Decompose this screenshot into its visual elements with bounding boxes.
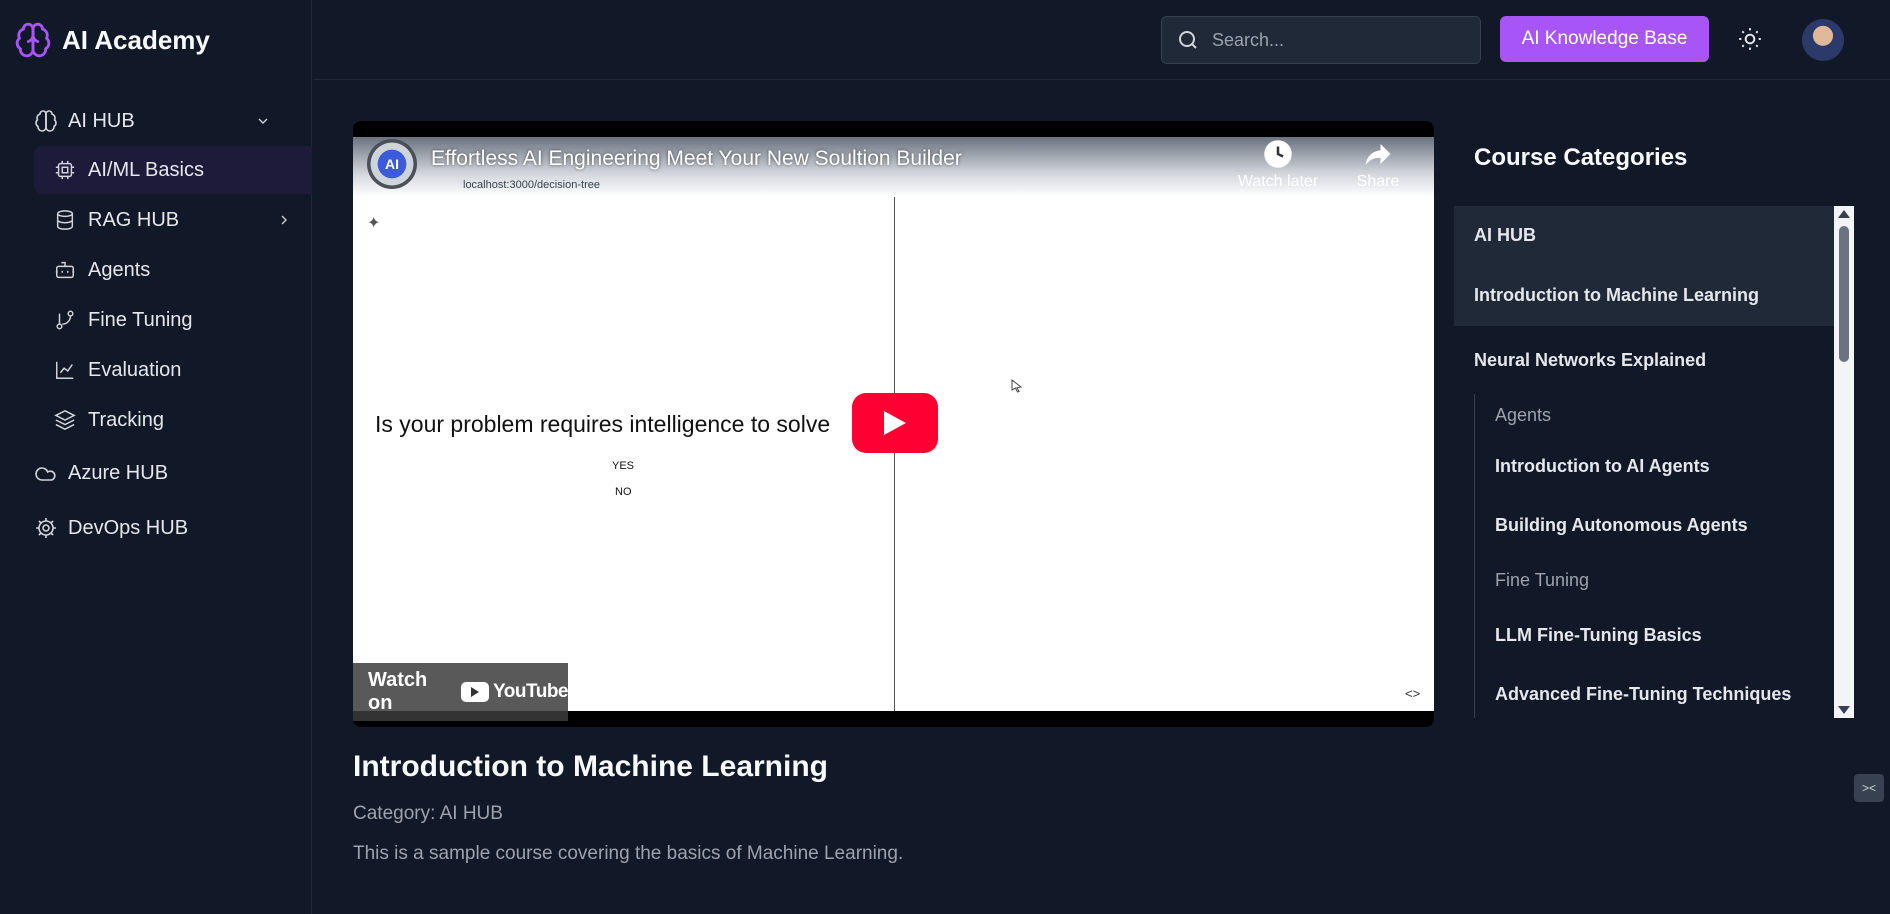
sidebar-item-aiml-basics[interactable]: AI/ML Basics [34,146,312,194]
sidebar-item-label: Tracking [88,408,164,431]
youtube-logo: YouTube [461,681,568,703]
sidebar-section-ai-hub[interactable]: AI HUB [0,96,311,146]
layers-icon [54,410,76,430]
category-item-llm-ft-basics[interactable]: LLM Fine-Tuning Basics [1475,606,1834,664]
category-item-advanced-ft[interactable]: Advanced Fine-Tuning Techniques [1475,664,1834,718]
channel-logo-text: AI [385,156,399,172]
sidebar-item-label: Agents [88,258,151,281]
course-category: Category: AI HUB [353,803,503,824]
sidebar-nav: AI HUB AI/ML Basics RAG HUB Agents Fine … [0,80,312,553]
floating-extension-icon[interactable]: >< [1854,774,1884,802]
categories-list: AI HUB Introduction to Machine Learning … [1454,206,1834,718]
category-group-active: AI HUB Introduction to Machine Learning [1454,206,1834,326]
brain-logo-icon [15,22,51,58]
database-icon [56,210,74,230]
youtube-wordmark: YouTube [493,681,568,702]
sidebar-ai-hub-items: AI/ML Basics RAG HUB Agents Fine Tuning … [34,146,312,444]
youtube-play-icon [461,682,490,702]
brain-icon [35,110,57,132]
watch-later-button[interactable]: Watch later [1233,139,1323,191]
category-subheading-fine-tuning: Fine Tuning [1495,569,1590,590]
categories-scrollbar[interactable] [1834,206,1854,718]
categories-heading: Course Categories [1474,144,1688,171]
category-item-neural-networks[interactable]: Neural Networks Explained [1454,326,1834,394]
video-frame: localhost:3000/decision-tree AI Effortle… [353,137,1434,721]
embed-code-icon[interactable]: <> [1405,686,1420,701]
search-box[interactable] [1161,16,1481,64]
sidebar-section-label: DevOps HUB [68,516,189,539]
sidebar-section-azure-hub[interactable]: Azure HUB [0,448,311,498]
category-nested-list: Agents Introduction to AI Agents Buildin… [1474,394,1834,718]
category-item-selected[interactable]: Introduction to Machine Learning [1454,264,1834,326]
share-arrow-icon [1365,144,1391,166]
sparkle-icon: ✦ [367,215,381,232]
chart-line-icon [56,361,74,379]
video-question-text: Is your problem requires intelligence to… [375,411,831,437]
sidebar-section-devops-hub[interactable]: DevOps HUB [0,503,311,553]
video-option-yes: YES [612,460,635,472]
sidebar-section-label: AI HUB [68,109,135,132]
brand-name: AI Academy [62,24,210,55]
sidebar-item-label: Fine Tuning [88,308,193,331]
share-label: Share [1356,173,1400,190]
bot-icon [55,261,75,279]
chip-icon [55,160,75,180]
category-subheading-agents: Agents [1495,404,1552,425]
play-icon [884,411,906,435]
video-player[interactable]: localhost:3000/decision-tree AI Effortle… [353,121,1434,727]
brand[interactable]: AI Academy [0,0,311,80]
category-item-autonomous-agents[interactable]: Building Autonomous Agents [1475,496,1834,554]
channel-logo[interactable]: AI [367,139,417,189]
top-header: AI Knowledge Base [313,0,1890,80]
video-option-no: NO [615,486,632,498]
branch-icon [56,310,74,330]
play-button[interactable] [852,393,938,453]
course-description: This is a sample course covering the bas… [353,843,904,864]
sun-icon[interactable] [1737,26,1763,52]
gear-icon [36,518,56,538]
sidebar-item-label: Evaluation [88,358,182,381]
chevron-down-icon [258,118,268,124]
video-title[interactable]: Effortless AI Engineering Meet Your New … [431,147,962,171]
search-input[interactable] [1212,29,1462,51]
watch-on-label: Watch on [368,669,428,714]
split-divider [894,197,895,711]
watch-later-label: Watch later [1237,173,1319,190]
clock-icon [1264,140,1292,168]
share-button[interactable]: Share [1343,139,1413,191]
sidebar: AI Academy AI HUB AI/ML Basics RAG HUB A… [0,0,312,914]
scroll-down-arrow-icon[interactable] [1838,706,1850,714]
mouse-cursor-icon [1011,379,1023,393]
sidebar-item-label: RAG HUB [88,208,180,231]
sidebar-item-agents[interactable]: Agents [34,246,312,294]
sidebar-item-evaluation[interactable]: Evaluation [34,346,312,394]
cloud-icon [35,467,56,481]
sidebar-item-fine-tuning[interactable]: Fine Tuning [34,296,312,344]
scroll-up-arrow-icon[interactable] [1838,210,1850,218]
category-group-ai-hub[interactable]: AI HUB [1454,206,1834,264]
sidebar-section-label: Azure HUB [68,461,169,484]
search-icon [1179,31,1197,49]
watch-on-youtube-button[interactable]: Watch on YouTube [353,663,568,721]
video-url: localhost:3000/decision-tree [463,179,600,191]
scrollbar-thumb[interactable] [1839,226,1849,362]
course-title: Introduction to Machine Learning [353,750,828,783]
category-item-intro-agents[interactable]: Introduction to AI Agents [1475,436,1834,496]
sidebar-item-rag-hub[interactable]: RAG HUB [34,196,312,244]
chevron-right-icon [281,215,287,225]
avatar[interactable] [1802,19,1844,61]
sidebar-item-tracking[interactable]: Tracking [34,396,312,444]
categories-panel: AI HUB Introduction to Machine Learning … [1454,206,1854,718]
ai-knowledge-base-button[interactable]: AI Knowledge Base [1500,16,1709,62]
sidebar-item-label: AI/ML Basics [88,158,204,181]
